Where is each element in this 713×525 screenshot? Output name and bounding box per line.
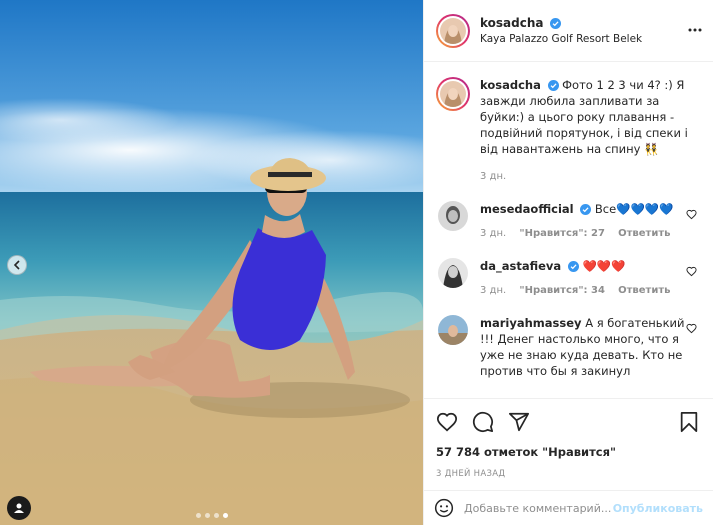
author-username[interactable]: kosadcha — [480, 16, 544, 30]
comment-username[interactable]: da_astafieva — [480, 259, 561, 273]
carousel-prev-button[interactable] — [7, 255, 27, 275]
comment-item: mariyahmassey А я богатенький !!! Денег … — [424, 315, 713, 379]
carousel-dot — [213, 513, 219, 518]
comment-button[interactable] — [472, 411, 494, 433]
comment-item: da_astafieva ❤️❤️❤️ 3 дн. "Нравится": 34… — [424, 258, 713, 299]
comment-text: ❤️❤️❤️ — [582, 259, 626, 273]
post-photo[interactable] — [0, 0, 423, 525]
likes-count[interactable]: 57 784 отметок "Нравится" — [436, 445, 701, 459]
heart-icon — [686, 323, 697, 334]
more-icon — [688, 28, 702, 32]
carousel-indicators — [0, 513, 423, 518]
post-date[interactable]: 3 ДНЕЙ НАЗАД — [436, 469, 701, 479]
more-options-button[interactable] — [687, 22, 703, 41]
comment-input[interactable] — [464, 501, 613, 515]
like-button[interactable] — [436, 411, 458, 433]
post-header: kosadcha Kaya Palazzo Golf Resort Belek — [424, 0, 713, 62]
commenter-avatar[interactable] — [438, 258, 468, 288]
publish-button[interactable]: Опубликовать — [613, 502, 703, 515]
bookmark-icon — [680, 411, 698, 433]
heart-icon — [686, 266, 697, 277]
comment-like-button[interactable] — [686, 209, 697, 223]
comment-text: Все💙💙💙💙 — [594, 202, 674, 216]
caption-username[interactable]: kosadcha — [480, 78, 541, 92]
reply-button[interactable]: Ответить — [618, 228, 670, 239]
verified-icon — [550, 18, 561, 29]
comment-time[interactable]: 3 дн. — [480, 285, 506, 296]
comment-username[interactable]: mesedaofficial — [480, 202, 574, 216]
share-button[interactable] — [508, 411, 530, 433]
comment-like-button[interactable] — [686, 266, 697, 280]
save-button[interactable] — [679, 411, 699, 433]
chevron-left-icon — [13, 260, 20, 270]
commenter-avatar[interactable] — [438, 201, 468, 231]
verified-icon — [580, 204, 592, 215]
comments-list[interactable]: kosadcha Фото 1 2 3 чи 4? :) Я завжди лю… — [424, 63, 713, 398]
avatar-image — [440, 81, 466, 107]
beach-photo — [0, 0, 423, 525]
post-location[interactable]: Kaya Palazzo Golf Resort Belek — [480, 33, 642, 45]
carousel-dot-active — [222, 513, 228, 518]
commenter-avatar[interactable] — [438, 315, 468, 345]
carousel-dot — [195, 513, 201, 518]
comment-username[interactable]: mariyahmassey — [480, 316, 582, 330]
reply-button[interactable]: Ответить — [618, 285, 670, 296]
share-icon — [508, 412, 530, 432]
comment-like-button[interactable] — [686, 323, 697, 337]
avatar-image — [440, 17, 466, 44]
caption-avatar[interactable] — [436, 77, 470, 111]
add-comment-bar: Опубликовать — [424, 490, 713, 525]
post-caption: kosadcha Фото 1 2 3 чи 4? :) Я завжди лю… — [424, 63, 713, 185]
comment-time[interactable]: 3 дн. — [480, 228, 506, 239]
verified-icon — [567, 261, 579, 272]
post-side-panel: kosadcha Kaya Palazzo Golf Resort Belek — [423, 0, 713, 525]
heart-icon — [686, 209, 697, 220]
caption-time[interactable]: 3 дн. — [480, 171, 506, 182]
comment-icon — [472, 411, 494, 433]
comment-item: mesedaofficial Все💙💙💙💙 3 дн. "Нравится":… — [424, 201, 713, 242]
comment-likes[interactable]: "Нравится": 34 — [519, 285, 605, 296]
emoji-icon[interactable] — [434, 498, 454, 518]
carousel-dot — [204, 513, 210, 518]
author-avatar[interactable] — [436, 13, 470, 48]
heart-icon — [436, 412, 458, 432]
verified-icon — [547, 80, 559, 91]
post-actions: 57 784 отметок "Нравится" 3 ДНЕЙ НАЗАД — [424, 398, 713, 479]
comment-likes[interactable]: "Нравится": 27 — [519, 228, 605, 239]
